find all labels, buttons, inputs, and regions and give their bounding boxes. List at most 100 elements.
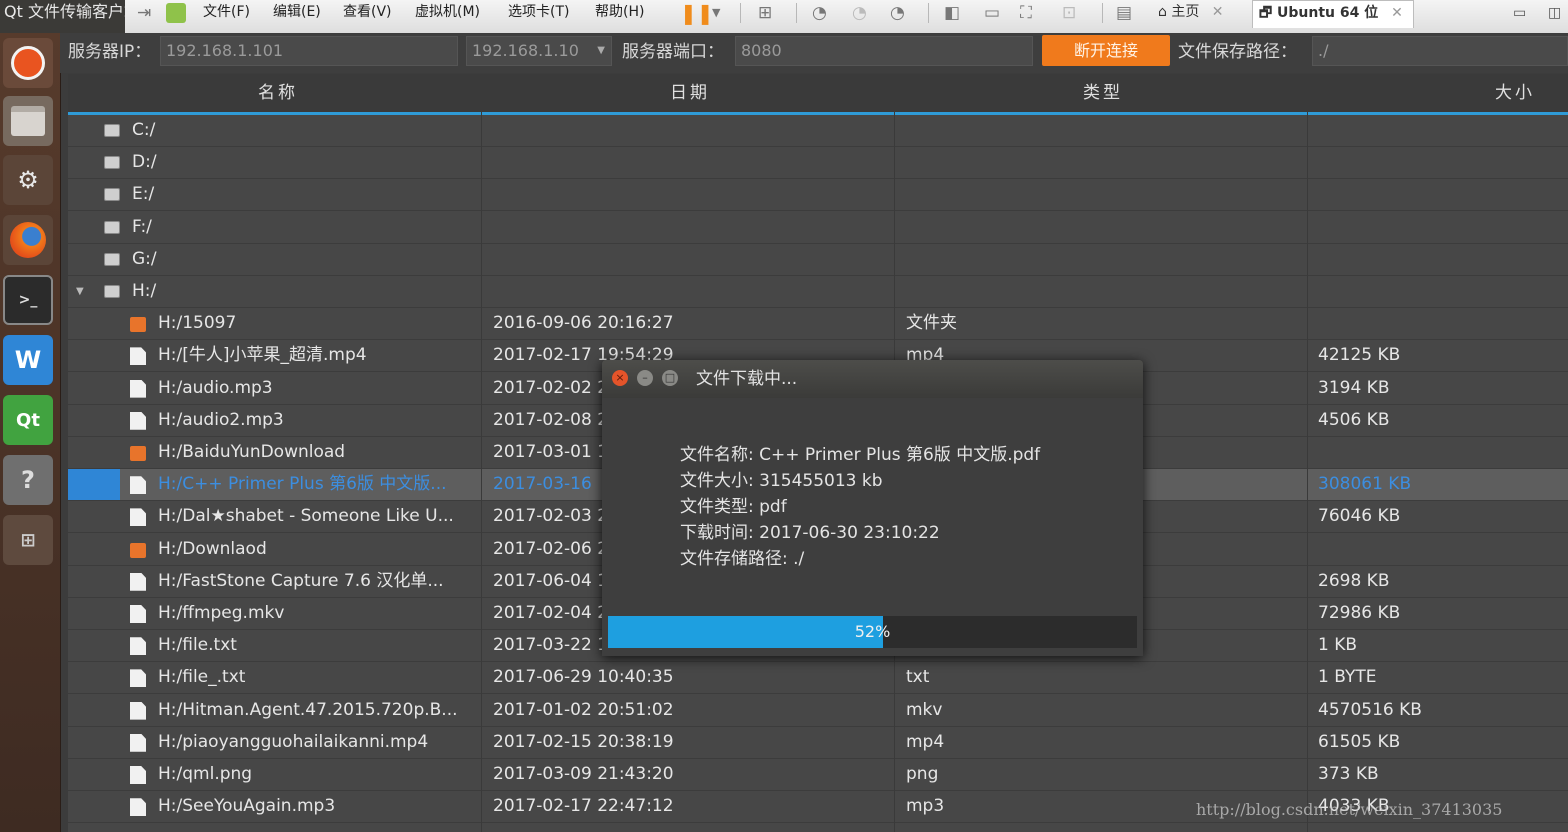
library-icon[interactable]: ▤ xyxy=(1116,2,1132,24)
menu-help[interactable]: 帮助(H) xyxy=(595,0,644,26)
unity-icon[interactable]: ⊡ xyxy=(1062,2,1076,24)
cell-size xyxy=(1318,212,1548,243)
table-row[interactable]: ▼ H:/ xyxy=(68,276,1568,308)
column-header-size[interactable]: 大小 xyxy=(1495,74,1535,112)
menu-view[interactable]: 查看(V) xyxy=(343,0,392,26)
cell-type: mp4 xyxy=(906,731,945,752)
cell-date xyxy=(493,212,723,243)
table-row[interactable]: F:/ xyxy=(68,212,1568,244)
save-path-input[interactable]: ./ xyxy=(1312,36,1568,66)
pause-icon[interactable]: ❚❚ xyxy=(680,2,714,24)
workspace-icon[interactable]: ⊞ xyxy=(3,515,53,565)
menu-vm[interactable]: 虚拟机(M) xyxy=(415,0,480,26)
maximize-icon[interactable]: □ xyxy=(662,370,678,386)
fullscreen-icon[interactable]: ⛶ xyxy=(1020,2,1032,24)
cell-name: H:/ xyxy=(132,281,157,301)
cell-date xyxy=(493,115,723,146)
server-ip-input[interactable]: 192.168.1.101 xyxy=(160,36,458,66)
table-row[interactable]: H:/Hitman.Agent.47.2015.720p.B... 2017-01… xyxy=(68,695,1568,727)
tab-home[interactable]: ⌂ 主页 ✕ xyxy=(1152,0,1230,27)
cell-date: 2016-09-06 20:16:27 xyxy=(493,313,674,334)
cell-date: 2017-06-29 10:40:35 xyxy=(493,667,674,688)
wps-icon[interactable]: W xyxy=(3,335,53,385)
folder-icon xyxy=(130,542,146,558)
column-header-date[interactable]: 日期 xyxy=(670,74,710,112)
menu-edit[interactable]: 编辑(E) xyxy=(273,0,321,26)
snapshot-icon[interactable]: ◔ xyxy=(812,2,827,24)
file-icon xyxy=(130,572,146,591)
cell-date xyxy=(493,147,723,178)
tab-ubuntu[interactable]: 🗗 Ubuntu 64 位 ✕ xyxy=(1252,0,1414,28)
cell-name: D:/ xyxy=(132,152,157,173)
table-row[interactable]: C:/ xyxy=(68,115,1568,147)
cell-name: H:/Downlaod xyxy=(158,538,267,559)
network-icon[interactable]: ⊞ xyxy=(758,2,772,24)
file-icon xyxy=(130,733,146,752)
cell-name: H:/15097 xyxy=(158,313,237,334)
column-header-name[interactable]: 名称 xyxy=(258,74,298,112)
console-view-icon[interactable]: ▭ xyxy=(984,2,1000,24)
settings-icon[interactable]: ⚙ xyxy=(3,155,53,205)
table-row[interactable]: H:/file_.txt 2017-06-29 10:40:35 txt 1 BYTE xyxy=(68,662,1568,695)
column-header-type[interactable]: 类型 xyxy=(1083,74,1123,112)
menu-file[interactable]: 文件(F) xyxy=(203,0,250,26)
file-icon xyxy=(130,411,146,430)
cell-type xyxy=(906,212,1136,243)
drive-icon xyxy=(104,285,120,298)
menu-tabs[interactable]: 选项卡(T) xyxy=(508,0,569,26)
chevron-down-icon[interactable]: ▼ xyxy=(712,2,720,24)
firefox-icon[interactable] xyxy=(3,215,53,265)
expand-arrow-icon[interactable]: ▼ xyxy=(76,276,84,307)
cell-date: 2017-01-02 20:51:02 xyxy=(493,699,674,720)
restore-icon[interactable]: ◫ xyxy=(1548,2,1561,24)
qt-icon[interactable]: Qt xyxy=(3,395,53,445)
close-icon[interactable]: ✕ xyxy=(1391,5,1403,21)
cell-type xyxy=(906,115,1136,146)
table-row[interactable]: G:/ xyxy=(68,244,1568,276)
cell-date xyxy=(493,244,723,275)
local-ip-select[interactable]: 192.168.1.10 ▼ xyxy=(466,36,612,66)
minimize-icon[interactable]: – xyxy=(637,370,653,386)
cell-name: H:/FastStone Capture 7.6 汉化单... xyxy=(158,570,444,591)
download-time-info: 下载时间: 2017-06-30 23:10:22 xyxy=(680,523,940,543)
ubuntu-icon[interactable] xyxy=(3,38,53,88)
home-icon: ⌂ xyxy=(1158,4,1167,20)
table-row[interactable]: H:/qml.png 2017-03-09 21:43:20 png 373 KB xyxy=(68,759,1568,791)
sidebar-toggle-icon[interactable]: ◧ xyxy=(944,2,960,24)
vm-icon: 🗗 xyxy=(1259,5,1273,21)
server-port-input[interactable]: 8080 xyxy=(735,36,1033,66)
vmware-logo-icon xyxy=(166,3,186,23)
close-icon[interactable]: × xyxy=(612,370,628,386)
snapshot-restore-icon[interactable]: ◔ xyxy=(852,2,867,24)
files-icon[interactable] xyxy=(3,96,53,146)
minimize-icon[interactable]: ▭ xyxy=(1513,2,1526,24)
table-row[interactable]: H:/piaoyangguohailaikanni.mp4 2017-02-15 … xyxy=(68,727,1568,759)
cell-type xyxy=(906,276,1136,307)
disconnect-button[interactable]: 断开连接 xyxy=(1042,35,1170,66)
table-row[interactable]: E:/ xyxy=(68,179,1568,212)
cell-name: H:/[牛人]小苹果_超清.mp4 xyxy=(158,345,367,366)
connection-bar: 服务器IP： 192.168.1.101 192.168.1.10 ▼ 服务器端… xyxy=(60,33,1568,73)
file-size-info: 文件大小: 315455013 kb xyxy=(680,471,883,491)
table-row[interactable]: D:/ xyxy=(68,147,1568,180)
snapshot-manager-icon[interactable]: ◔ xyxy=(890,2,905,24)
table-row[interactable]: H:/15097 2016-09-06 20:16:27 文件夹 xyxy=(68,308,1568,341)
close-icon[interactable]: ✕ xyxy=(1212,4,1224,20)
server-ip-label: 服务器IP： xyxy=(68,42,152,62)
file-icon xyxy=(130,701,146,720)
column-divider xyxy=(481,112,482,832)
cell-size: 373 KB xyxy=(1318,764,1379,784)
ubuntu-launcher: ⚙ >_ W Qt ? ⊞ xyxy=(0,33,61,832)
drive-icon xyxy=(104,220,120,234)
download-progress-bar: 52% xyxy=(608,616,1137,648)
cell-name: H:/ffmpeg.mkv xyxy=(158,603,285,623)
file-icon xyxy=(130,605,146,623)
cell-name: F:/ xyxy=(132,216,152,237)
drive-icon xyxy=(104,156,120,170)
pin-icon[interactable]: ⇥ xyxy=(137,2,151,24)
cell-size: 3194 KB xyxy=(1318,377,1390,398)
help-icon[interactable]: ? xyxy=(3,455,53,505)
terminal-icon[interactable]: >_ xyxy=(3,275,53,325)
cell-size: 1 BYTE xyxy=(1318,667,1377,688)
file-icon xyxy=(130,379,146,398)
